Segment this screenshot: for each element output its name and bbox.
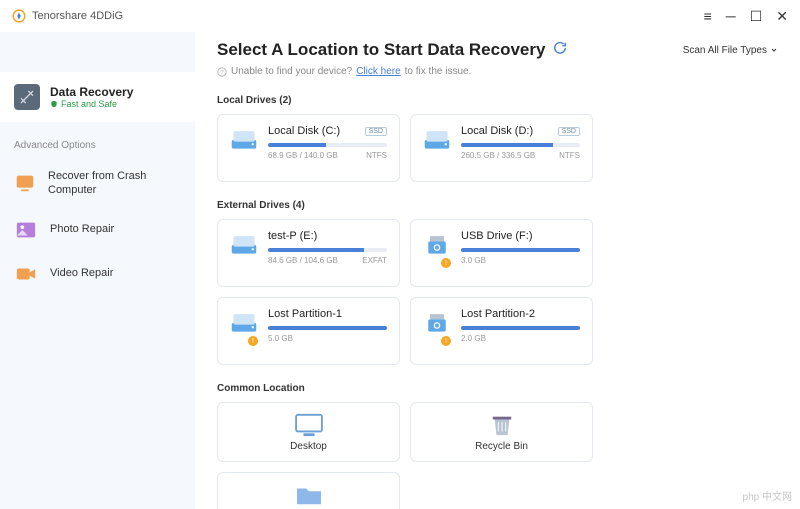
sidebar-item-label: Recover from Crash Computer [48,169,181,198]
drive-icon [230,232,258,256]
data-recovery-icon [14,84,40,110]
local-drives-label: Local Drives (2) [217,95,778,106]
shield-icon [50,100,58,108]
sidebar-item-data-recovery[interactable]: Data Recovery Fast and Safe [0,72,195,122]
common-location-label: Common Location [217,383,778,394]
drive-icon [423,127,451,151]
drive-name: Local Disk (D:) [461,125,533,137]
drive-usage: 3.0 GB [461,256,486,265]
photo-repair-icon [14,218,38,242]
common-location-card[interactable]: Recycle Bin [410,402,593,462]
filesystem: EXFAT [362,256,387,265]
close-icon[interactable]: ✕ [776,9,788,23]
usage-bar [461,143,580,147]
drive-icon [230,310,258,334]
svg-text:?: ? [220,70,224,76]
drive-icon [423,232,451,256]
usage-bar [268,326,387,330]
external-drive-card[interactable]: test-P (E:) 84.6 GB / 104.6 GB EXFAT [217,219,400,287]
app-logo-icon [12,9,26,23]
watermark: php 中文网 [743,488,792,503]
maximize-icon[interactable]: ☐ [750,9,763,23]
drive-usage: 5.0 GB [268,334,293,343]
drive-usage: 84.6 GB / 104.6 GB [268,256,338,265]
main-content: Select A Location to Start Data Recovery… [195,32,800,509]
filesystem: NTFS [366,151,387,160]
chevron-down-icon [770,46,778,54]
drive-usage: 260.5 GB / 336.5 GB [461,151,535,160]
drive-name: Lost Partition-1 [268,308,342,320]
page-title: Select A Location to Start Data Recovery [217,40,545,60]
refresh-icon[interactable] [553,41,567,60]
local-drive-card[interactable]: Local Disk (D:) SSD 260.5 GB / 336.5 GB NT… [410,114,593,182]
usage-bar [461,326,580,330]
external-drive-card[interactable]: ! Lost Partition-1 5.0 GB [217,297,400,365]
select-folder-icon [294,483,324,507]
drive-name: Local Disk (C:) [268,125,340,137]
app-brand: Tenorshare 4DDiG [12,9,123,23]
drive-name: Lost Partition-2 [461,308,535,320]
advanced-options-label: Advanced Options [0,122,195,159]
common-location-card[interactable]: Desktop [217,402,400,462]
common-location-card[interactable]: Select Folder [217,472,400,509]
sidebar: Data Recovery Fast and Safe Advanced Opt… [0,32,195,509]
sidebar-item-photo-repair[interactable]: Photo Repair [0,208,195,252]
warning-icon: ! [248,336,258,346]
minimize-icon[interactable]: ─ [726,9,736,23]
drive-icon [423,310,451,334]
warning-icon: ! [441,258,451,268]
titlebar: Tenorshare 4DDiG ≡ ─ ☐ ✕ [0,0,800,32]
drive-name: USB Drive (F:) [461,230,533,242]
scan-all-file-types[interactable]: Scan All File Types [683,45,778,56]
header-row: Select A Location to Start Data Recovery… [217,40,778,60]
desktop-icon [294,413,324,437]
external-drive-card[interactable]: ! USB Drive (F:) 3.0 GB [410,219,593,287]
usage-bar [268,248,387,252]
external-drive-card[interactable]: ! Lost Partition-2 2.0 GB [410,297,593,365]
crash-computer-icon [14,171,36,195]
usage-bar [268,143,387,147]
question-icon: ? [217,67,227,77]
sidebar-item-video-repair[interactable]: Video Repair [0,252,195,296]
sidebar-item-label: Video Repair [50,266,113,280]
drive-icon [230,127,258,151]
ssd-badge: SSD [558,127,580,136]
sidebar-item-label: Photo Repair [50,222,114,236]
device-hint: ? Unable to find your device? Click here… [217,66,778,77]
location-label: Desktop [290,441,327,452]
location-label: Recycle Bin [475,441,528,452]
sidebar-main-title: Data Recovery [50,85,133,99]
local-drive-card[interactable]: Local Disk (C:) SSD 68.9 GB / 140.0 GB NTF… [217,114,400,182]
filesystem: NTFS [559,151,580,160]
video-repair-icon [14,262,38,286]
drive-usage: 2.0 GB [461,334,486,343]
warning-icon: ! [441,336,451,346]
external-drives-label: External Drives (4) [217,200,778,211]
drive-usage: 68.9 GB / 140.0 GB [268,151,338,160]
usage-bar [461,248,580,252]
recycle-bin-icon [487,413,517,437]
window-controls: ≡ ─ ☐ ✕ [704,9,788,23]
sidebar-item-recover-crash[interactable]: Recover from Crash Computer [0,159,195,208]
app-name: Tenorshare 4DDiG [32,10,123,22]
drive-name: test-P (E:) [268,230,317,242]
sidebar-main-subtitle: Fast and Safe [50,99,133,109]
ssd-badge: SSD [365,127,387,136]
click-here-link[interactable]: Click here [356,66,400,77]
menu-icon[interactable]: ≡ [704,9,712,23]
